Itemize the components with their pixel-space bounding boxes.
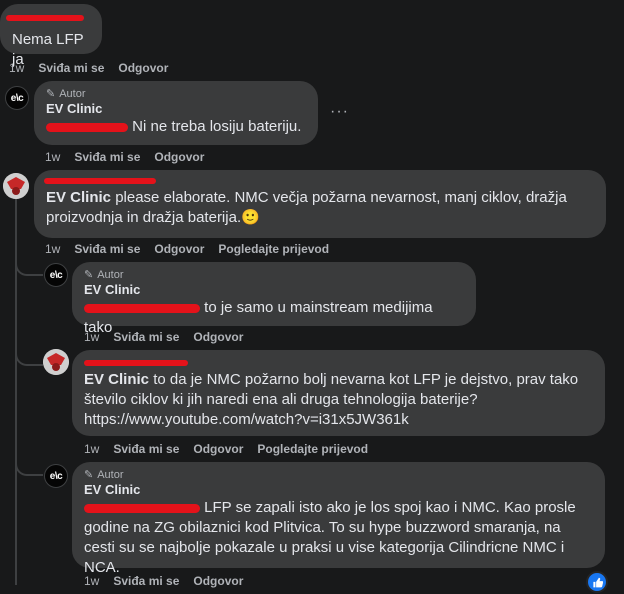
comment-bubble-6: ✎ Autor EV Clinic LFP se zapali isto ako …	[72, 462, 605, 576]
reply-button[interactable]: Odgovor	[193, 442, 243, 456]
comment-actions-2: 1w Sviđa mi se Odgovor	[45, 150, 204, 164]
comment-bubble-4: ✎ Autor EV Clinic to je samo u mainstream…	[72, 262, 476, 336]
user-avatar[interactable]	[43, 349, 69, 375]
redacted-name	[84, 360, 188, 366]
comment-bubble-5: EV Clinic to da je NMC požarno bolj neva…	[72, 350, 605, 436]
author-name[interactable]: EV Clinic	[46, 101, 306, 117]
timestamp[interactable]: 1w	[9, 61, 24, 75]
pencil-icon: ✎	[84, 269, 94, 281]
comment-bubble-2: ✎ Autor EV Clinic Ni ne treba losiju bate…	[34, 81, 318, 145]
comment-text: please elaborate. NMC večja požarna neva…	[46, 189, 567, 226]
comment-text: to da je NMC požarno bolj nevarna kot LF…	[84, 371, 579, 408]
timestamp[interactable]: 1w	[84, 574, 99, 588]
comment-actions-4: 1w Sviđa mi se Odgovor	[84, 330, 243, 344]
logo-text: e\c	[10, 92, 24, 104]
author-name[interactable]: EV Clinic	[84, 482, 593, 498]
see-translation-button[interactable]: Pogledajte prijevod	[257, 442, 368, 456]
author-badge: ✎ Autor	[84, 468, 593, 482]
like-button[interactable]: Sviđa mi se	[38, 61, 104, 75]
like-button[interactable]: Sviđa mi se	[74, 242, 140, 256]
mention-link[interactable]: EV Clinic	[46, 189, 111, 206]
pencil-icon: ✎	[84, 469, 94, 481]
comment-actions-5: 1w Sviđa mi se Odgovor Pogledajte prijev…	[84, 442, 368, 456]
redacted-mention	[84, 303, 200, 313]
author-badge: ✎ Autor	[84, 268, 464, 282]
thread-curve-c6	[15, 440, 43, 476]
comment-bubble-3: EV Clinic please elaborate. NMC večja po…	[34, 170, 606, 238]
redacted-mention	[84, 503, 200, 513]
author-badge: ✎ Autor	[46, 87, 306, 101]
ev-clinic-avatar[interactable]: e\c	[44, 464, 68, 488]
like-button[interactable]: Sviđa mi se	[113, 330, 179, 344]
comment-bubble-1: Nema LFP ja	[0, 4, 102, 68]
ev-clinic-avatar[interactable]: e\c	[5, 86, 29, 110]
logo-text: e\c	[49, 470, 63, 482]
thumbs-up-icon	[592, 577, 603, 587]
user-photo-icon	[43, 349, 69, 375]
mention-link[interactable]: EV Clinic	[84, 371, 149, 388]
smile-emoji: 🙂	[241, 209, 260, 226]
like-button[interactable]: Sviđa mi se	[113, 442, 179, 456]
thread-curve-c4	[15, 240, 43, 276]
reply-button[interactable]: Odgovor	[118, 61, 168, 75]
reply-button[interactable]: Odgovor	[193, 330, 243, 344]
logo-text: e\c	[49, 269, 63, 281]
youtube-link[interactable]: https://www.youtube.com/watch?v=i31x5JW3…	[84, 411, 409, 428]
like-button[interactable]: Sviđa mi se	[113, 574, 179, 588]
redacted-name	[44, 178, 156, 184]
timestamp[interactable]: 1w	[45, 150, 60, 164]
comment-actions-6: 1w Sviđa mi se Odgovor	[84, 574, 243, 588]
comment-actions-3: 1w Sviđa mi se Odgovor Pogledajte prijev…	[45, 242, 329, 256]
author-label: Autor	[59, 88, 86, 100]
reply-button[interactable]: Odgovor	[154, 150, 204, 164]
reply-button[interactable]: Odgovor	[154, 242, 204, 256]
author-name[interactable]: EV Clinic	[84, 282, 464, 298]
author-label: Autor	[97, 469, 124, 481]
reply-button[interactable]: Odgovor	[193, 574, 243, 588]
like-button[interactable]: Sviđa mi se	[74, 150, 140, 164]
ev-clinic-avatar[interactable]: e\c	[44, 263, 68, 287]
author-label: Autor	[97, 269, 124, 281]
redacted-mention	[46, 122, 128, 132]
more-options-icon[interactable]: ···	[330, 103, 349, 121]
comment-text: Ni ne treba losiju bateriju.	[132, 118, 302, 135]
thread-curve-c5	[15, 330, 43, 366]
user-avatar[interactable]	[3, 173, 29, 199]
timestamp[interactable]: 1w	[84, 330, 99, 344]
timestamp[interactable]: 1w	[84, 442, 99, 456]
see-translation-button[interactable]: Pogledajte prijevod	[218, 242, 329, 256]
user-photo-icon	[3, 173, 29, 199]
pencil-icon: ✎	[46, 88, 56, 100]
like-reaction-badge[interactable]	[586, 571, 608, 593]
redacted-name	[6, 15, 84, 21]
timestamp[interactable]: 1w	[45, 242, 60, 256]
comment-actions-1: 1w Sviđa mi se Odgovor	[9, 61, 168, 75]
